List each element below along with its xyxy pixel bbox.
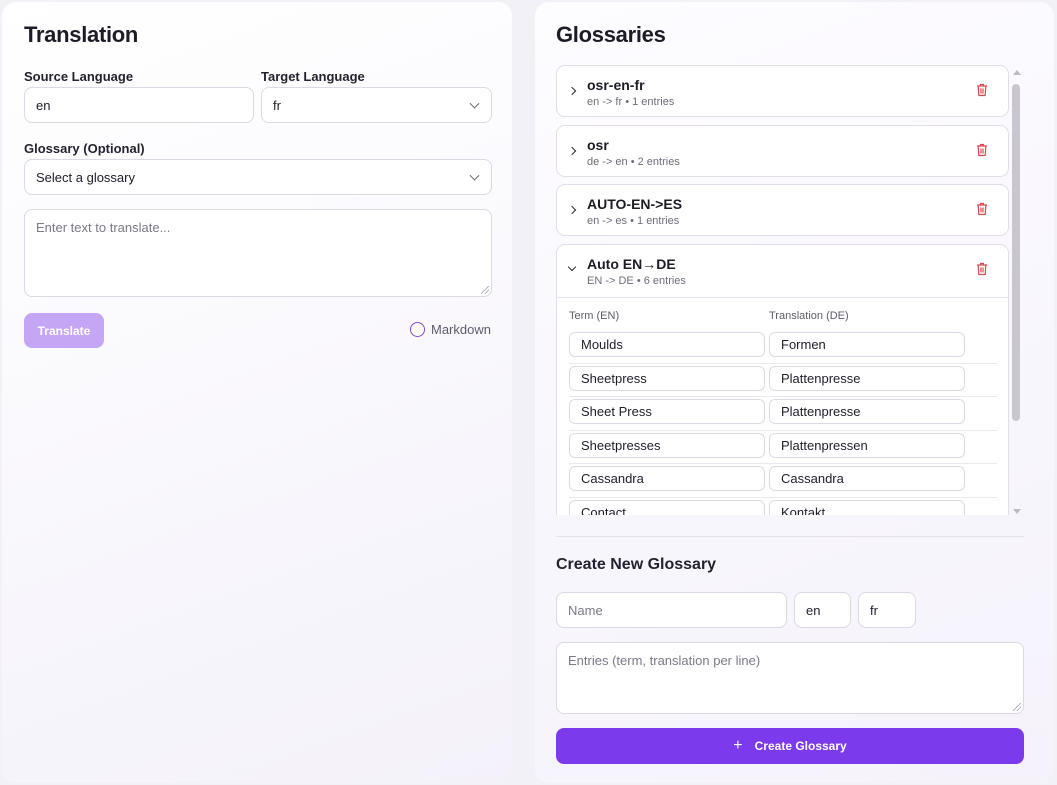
resize-handle[interactable]	[1013, 703, 1021, 711]
term-input[interactable]: Sheetpresses	[569, 432, 765, 458]
scroll-thumb[interactable]	[1012, 84, 1020, 421]
new-source-language-input[interactable]: en	[794, 592, 851, 628]
plus-icon: +	[733, 737, 743, 754]
chevron-right-icon[interactable]	[567, 146, 577, 156]
entry-row: Moulds Formen	[569, 330, 997, 364]
translation-input[interactable]: Plattenpresse	[769, 399, 965, 424]
create-glossary-label: Create Glossary	[754, 739, 847, 753]
chevron-right-icon[interactable]	[567, 205, 577, 215]
glossary-card[interactable]: osr-en-fr en -> fr • 1 entries	[556, 65, 1009, 117]
glossary-entries: Term (EN) Translation (DE) Moulds Formen…	[557, 297, 1008, 515]
glossary-select-value: Select a glossary	[36, 169, 135, 185]
chevron-down-icon[interactable]	[567, 262, 577, 272]
glossary-name: osr	[587, 137, 609, 153]
glossary-meta: EN -> DE • 6 entries	[587, 275, 686, 287]
new-target-language-input[interactable]: fr	[858, 592, 916, 628]
resize-handle[interactable]	[481, 286, 489, 294]
glossary-select[interactable]: Select a glossary	[24, 159, 492, 195]
glossary-name: Auto EN→DE	[587, 256, 676, 272]
translate-button[interactable]: Translate	[24, 313, 104, 348]
entry-row: Contact Kontakt	[569, 498, 997, 515]
chevron-right-icon[interactable]	[567, 86, 577, 96]
markdown-toggle[interactable]: Markdown	[410, 322, 491, 337]
scroll-up-arrow-icon[interactable]	[1013, 70, 1021, 75]
term-input[interactable]: Cassandra	[569, 466, 765, 491]
glossary-name-input[interactable]: Name	[556, 592, 787, 628]
glossary-name: AUTO-EN->ES	[587, 196, 683, 212]
glossary-meta: en -> es • 1 entries	[587, 215, 680, 227]
create-glossary-button[interactable]: + Create Glossary	[556, 728, 1024, 764]
trash-icon[interactable]	[976, 143, 988, 157]
glossary-meta: de -> en • 2 entries	[587, 156, 680, 168]
entry-row: Sheetpresses Plattenpressen	[569, 431, 997, 464]
entry-row: Cassandra Cassandra	[569, 464, 997, 498]
chevron-down-icon	[469, 170, 480, 181]
glossary-label: Glossary (Optional)	[24, 141, 145, 156]
glossary-card-expanded[interactable]: Auto EN→DE EN -> DE • 6 entries Term (EN…	[556, 244, 1009, 515]
target-language-label: Target Language	[261, 69, 365, 84]
chevron-down-icon	[469, 98, 480, 109]
translation-input[interactable]: Plattenpressen	[769, 432, 965, 458]
term-column-header: Term (EN)	[569, 310, 620, 322]
translate-text-input[interactable]: Enter text to translate...	[24, 209, 492, 297]
glossary-card[interactable]: osr de -> en • 2 entries	[556, 125, 1009, 177]
source-language-label: Source Language	[24, 69, 134, 84]
new-target-language-value: fr	[870, 602, 878, 618]
glossary-meta: en -> fr • 1 entries	[587, 96, 675, 108]
translation-title: Translation	[24, 22, 139, 47]
term-input[interactable]: Sheetpress	[569, 365, 765, 391]
markdown-label: Markdown	[431, 322, 491, 337]
source-language-value: en	[36, 97, 51, 113]
create-glossary-title: Create New Glossary	[556, 556, 717, 573]
translation-panel: Translation Source Language en Target La…	[2, 2, 512, 783]
markdown-radio[interactable]	[410, 322, 425, 337]
translation-column-header: Translation (DE)	[769, 310, 849, 322]
scroll-down-arrow-icon[interactable]	[1013, 509, 1021, 514]
trash-icon[interactable]	[976, 202, 988, 216]
translation-input[interactable]: Kontakt	[769, 499, 965, 515]
term-input[interactable]: Contact	[569, 499, 765, 515]
term-input[interactable]: Sheet Press	[569, 399, 765, 424]
target-language-select[interactable]: fr	[261, 87, 492, 123]
translate-text-placeholder: Enter text to translate...	[36, 220, 171, 235]
glossaries-title: Glossaries	[556, 22, 666, 47]
entry-row: Sheetpress Plattenpresse	[569, 364, 997, 397]
glossary-name: osr-en-fr	[587, 77, 645, 93]
translation-input[interactable]: Cassandra	[769, 466, 965, 491]
glossaries-panel: Glossaries osr-en-fr en -> fr • 1 entrie…	[535, 2, 1054, 783]
section-divider	[556, 536, 1024, 537]
glossary-name-placeholder: Name	[568, 602, 603, 618]
glossary-card[interactable]: AUTO-EN->ES en -> es • 1 entries	[556, 184, 1009, 236]
new-source-language-value: en	[806, 602, 821, 618]
term-input[interactable]: Moulds	[569, 332, 765, 357]
trash-icon[interactable]	[976, 262, 988, 276]
entries-header: Term (EN) Translation (DE)	[569, 310, 996, 330]
entry-row: Sheet Press Plattenpresse	[569, 397, 997, 431]
glossary-entries-input[interactable]: Entries (term, translation per line)	[556, 642, 1024, 714]
glossary-entries-placeholder: Entries (term, translation per line)	[568, 653, 761, 668]
trash-icon[interactable]	[976, 83, 988, 97]
target-language-value: fr	[273, 97, 281, 113]
translation-input[interactable]: Formen	[769, 332, 965, 357]
source-language-input[interactable]: en	[24, 87, 254, 123]
translation-input[interactable]: Plattenpresse	[769, 365, 965, 391]
glossary-list: osr-en-fr en -> fr • 1 entries osr de ->…	[556, 65, 1010, 515]
glossary-scrollbar[interactable]	[1011, 70, 1021, 514]
